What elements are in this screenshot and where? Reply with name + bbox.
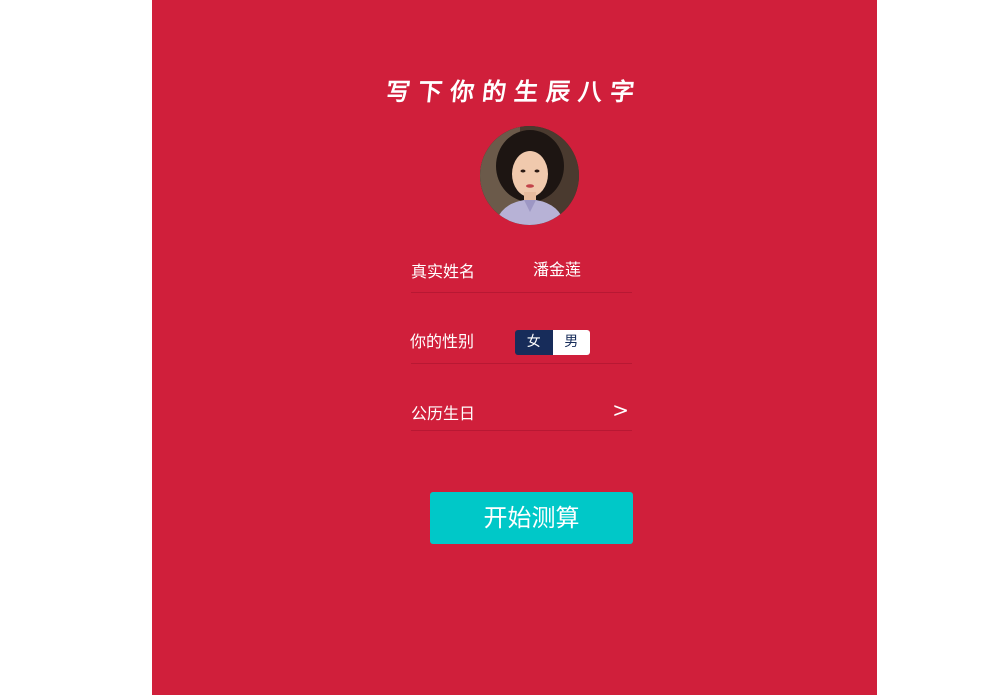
gender-option-female[interactable]: 女	[515, 330, 553, 355]
name-row: 真实姓名 潘金莲	[411, 256, 632, 293]
main-panel: 写下你的生辰八字 真实姓名 潘金莲 你的性别 女 男 公历生日 > 开始测算	[152, 0, 877, 695]
portrait-photo-icon	[480, 126, 579, 225]
name-field[interactable]: 潘金莲	[533, 256, 581, 280]
birthday-label: 公历生日	[411, 404, 476, 423]
gender-option-male[interactable]: 男	[552, 330, 590, 355]
gender-toggle[interactable]: 女 男	[515, 330, 590, 355]
birthday-row[interactable]: 公历生日 >	[411, 395, 632, 431]
gender-label: 你的性别	[410, 332, 475, 351]
avatar	[480, 126, 579, 225]
name-label: 真实姓名	[411, 262, 476, 281]
page-title: 写下你的生辰八字	[384, 77, 644, 106]
start-calculation-button[interactable]: 开始测算	[430, 492, 633, 544]
gender-row: 你的性别 女 男	[410, 327, 632, 364]
chevron-right-icon[interactable]: >	[612, 398, 629, 422]
